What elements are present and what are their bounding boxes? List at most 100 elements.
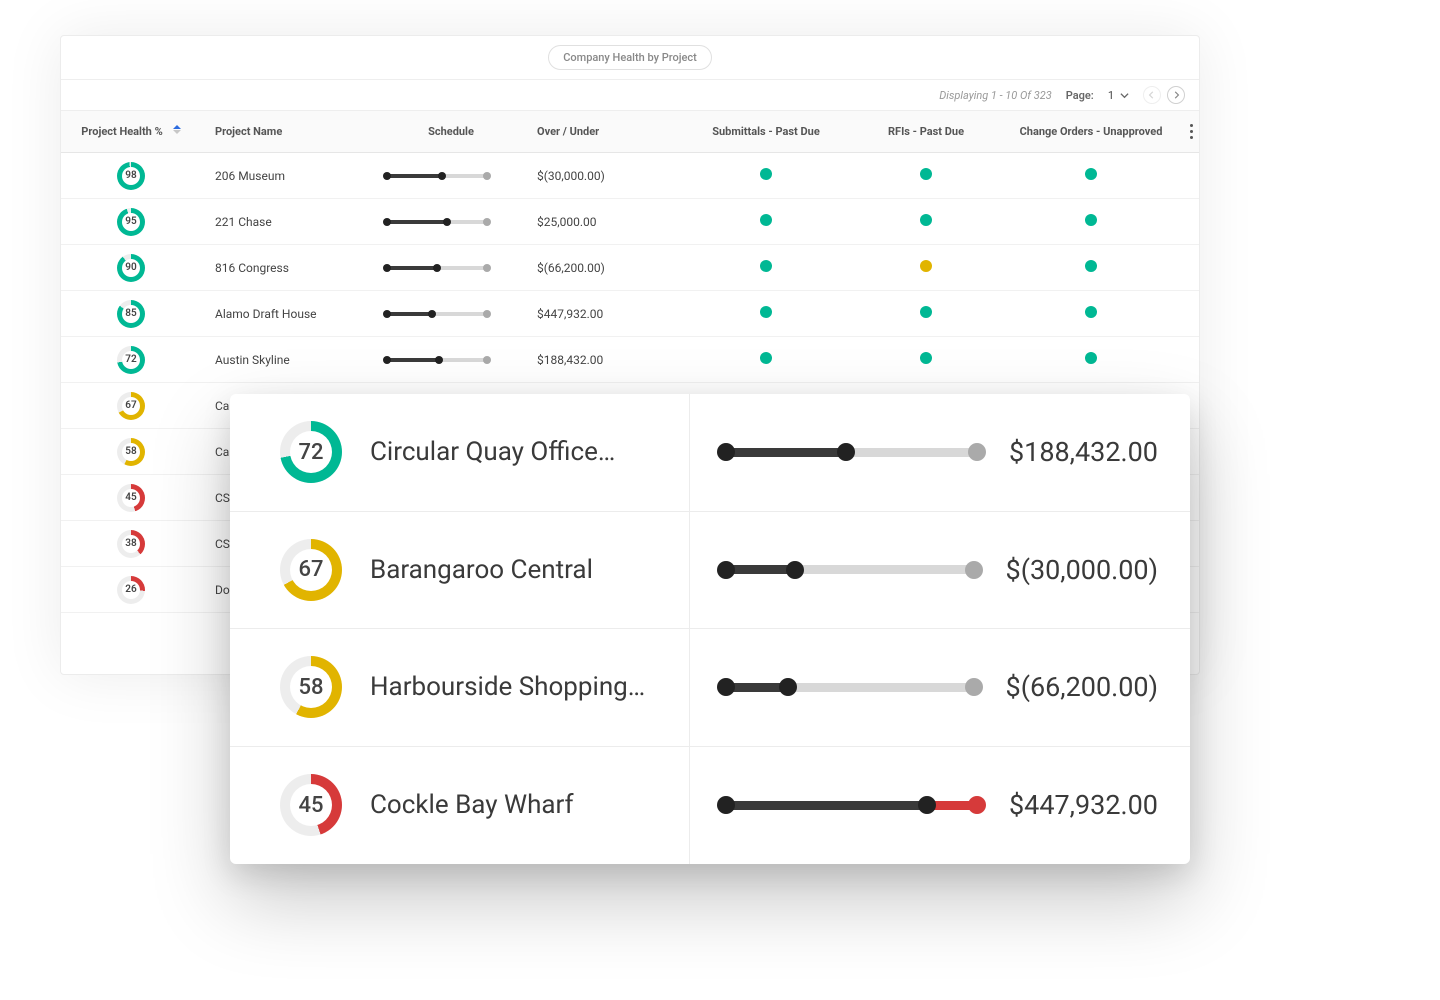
status-dot [760,168,772,180]
page-label: Page: [1066,89,1094,102]
status-dot [920,214,932,226]
kebab-icon[interactable] [1189,124,1193,139]
over-under-value: $447,932.00 [1009,789,1158,821]
col-submittals[interactable]: Submittals - Past Due [681,125,851,138]
health-gauge: 67 [280,539,342,601]
health-gauge: 67 [117,392,145,420]
health-value: 38 [117,530,145,558]
toolbar: Displaying 1 - 10 Of 323 Page: 1 [61,80,1199,110]
status-change [1001,168,1181,183]
health-value: 26 [117,576,145,604]
schedule-bar [387,312,487,316]
status-dot [760,260,772,272]
health-value: 98 [117,162,145,190]
health-gauge: 72 [280,421,342,483]
health-gauge: 95 [117,208,145,236]
status-dot [920,168,932,180]
table-header-row: Project Health % Project Name Schedule O… [61,111,1199,153]
card-header: Company Health by Project [61,36,1199,80]
status-dot [760,306,772,318]
health-gauge: 98 [117,162,145,190]
health-value: 58 [280,656,342,718]
detail-panel: 72Circular Quay Office…$188,432.0067Bara… [230,394,1190,864]
health-gauge: 58 [117,438,145,466]
health-gauge: 38 [117,530,145,558]
pager [1143,86,1185,104]
status-submittals [681,306,851,321]
displaying-label: Displaying 1 - 10 Of 323 [939,89,1051,102]
over-under-value: $(30,000.00) [1006,554,1158,586]
health-gauge: 45 [280,774,342,836]
status-change [1001,260,1181,275]
health-value: 67 [117,392,145,420]
over-under-value: $(30,000.00) [531,169,681,183]
schedule-bar [726,448,977,457]
status-rfis [851,260,1001,275]
schedule-bar [726,801,977,810]
col-health[interactable]: Project Health % [61,125,201,138]
health-value: 58 [117,438,145,466]
status-submittals [681,168,851,183]
col-over[interactable]: Over / Under [531,125,681,138]
health-value: 45 [117,484,145,512]
col-menu [1181,124,1200,139]
status-dot [920,352,932,364]
page-value: 1 [1108,89,1114,102]
detail-row[interactable]: 72Circular Quay Office…$188,432.00 [230,394,1190,512]
schedule-bar [387,358,487,362]
next-page-button[interactable] [1167,86,1185,104]
detail-row[interactable]: 45 Cockle Bay Wharf $447,932.00 [230,747,1190,865]
project-name: 816 Congress [201,261,371,275]
health-gauge: 72 [117,346,145,374]
status-change [1001,306,1181,321]
status-dot [1085,306,1097,318]
over-under-value: $(66,200.00) [1006,671,1158,703]
sort-icon [173,125,181,138]
table-row[interactable]: 90816 Congress$(66,200.00) [61,245,1199,291]
col-rfis[interactable]: RFIs - Past Due [851,125,1001,138]
detail-row[interactable]: 58 Harbourside Shopping… $(66,200.00) [230,629,1190,747]
table-row[interactable]: 85 Alamo Draft House $447,932.00 [61,291,1199,337]
status-dot [760,214,772,226]
schedule-bar [726,565,974,574]
status-rfis [851,214,1001,229]
status-change [1001,214,1181,229]
table-row[interactable]: 98 206 Museum $(30,000.00) [61,153,1199,199]
col-name[interactable]: Project Name [201,125,371,138]
status-change [1001,352,1181,367]
col-change[interactable]: Change Orders - Unapproved [1001,125,1181,138]
project-name: Harbourside Shopping… [370,672,645,702]
col-schedule[interactable]: Schedule [371,125,531,138]
status-dot [1085,260,1097,272]
schedule-bar [387,174,487,178]
status-dot [760,352,772,364]
over-under-value: $25,000.00 [531,215,681,229]
page-select[interactable]: 1 [1108,89,1129,102]
status-dot [1085,168,1097,180]
health-value: 45 [280,774,342,836]
health-value: 67 [280,539,342,601]
detail-row[interactable]: 67Barangaroo Central$(30,000.00) [230,512,1190,630]
project-name: Cockle Bay Wharf [370,790,574,820]
status-submittals [681,260,851,275]
over-under-value: $447,932.00 [531,307,681,321]
table-row[interactable]: 72Austin Skyline$188,432.00 [61,337,1199,383]
health-gauge: 90 [117,254,145,282]
over-under-value: $188,432.00 [1009,436,1158,468]
prev-page-button[interactable] [1143,86,1161,104]
over-under-value: $188,432.00 [531,353,681,367]
project-name: Alamo Draft House [201,307,371,321]
schedule-bar [726,683,974,692]
table-row[interactable]: 95221 Chase$25,000.00 [61,199,1199,245]
health-gauge: 58 [280,656,342,718]
schedule-bar [387,220,487,224]
status-rfis [851,168,1001,183]
chevron-down-icon [1120,91,1129,100]
status-rfis [851,352,1001,367]
status-submittals [681,352,851,367]
schedule-bar [387,266,487,270]
health-value: 72 [280,421,342,483]
project-name: 206 Museum [201,169,371,183]
health-gauge: 85 [117,300,145,328]
status-dot [1085,214,1097,226]
